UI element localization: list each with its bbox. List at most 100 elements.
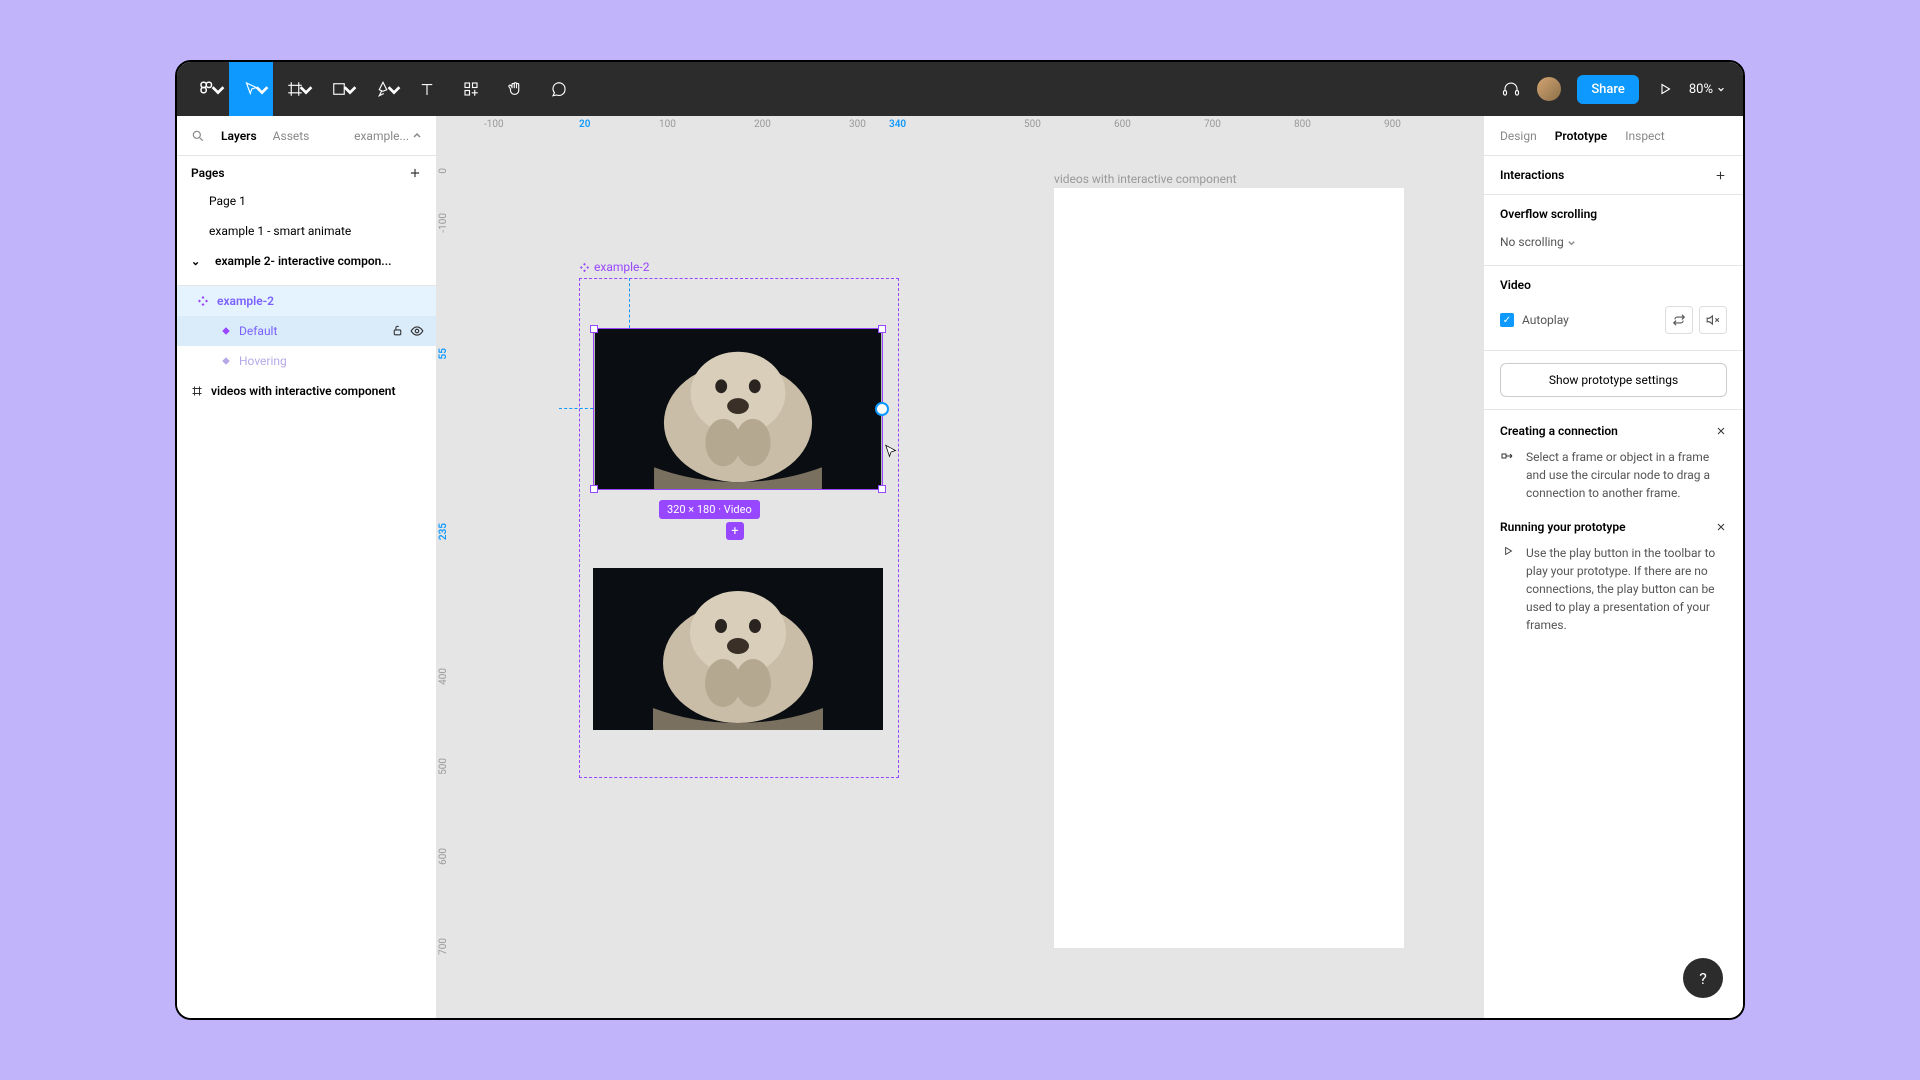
resize-handle[interactable] [878,485,886,493]
autoplay-label: Autoplay [1522,313,1569,327]
layer-label: Default [239,324,277,338]
share-button[interactable]: Share [1577,75,1639,104]
pages-label: Pages [191,166,225,180]
layer-label: Hovering [239,354,287,368]
search-icon[interactable] [191,129,205,143]
section-label: Video [1500,278,1531,292]
comment-icon [550,80,568,98]
video-section: Video ✓ Autoplay [1484,266,1743,351]
chevron-down-icon [385,80,403,98]
tab-prototype[interactable]: Prototype [1555,129,1608,143]
layer-variant-hovering[interactable]: Hovering [177,346,436,376]
frame-label[interactable]: videos with interactive component [1054,172,1237,186]
chevron-down-icon [1717,85,1725,93]
white-frame[interactable] [1054,188,1404,948]
close-icon[interactable] [1715,521,1727,533]
chevron-down-icon [1567,238,1576,247]
component-label[interactable]: example-2 [579,260,649,274]
page-item-selected[interactable]: example 2- interactive compon... [177,246,436,276]
breadcrumb[interactable]: example... [325,129,422,143]
section-label: Interactions [1500,168,1564,182]
zoom-value: 80% [1689,82,1713,97]
chevron-down-icon [253,80,271,98]
variant-icon [221,326,231,336]
zoom-dropdown[interactable]: 80% [1689,82,1725,97]
add-variant-button[interactable]: + [726,522,744,540]
tip-title: Creating a connection [1500,424,1618,438]
video-thumbnail [593,568,883,730]
audio-button[interactable] [1493,62,1529,116]
pen-tool-button[interactable] [361,62,405,116]
tab-inspect[interactable]: Inspect [1625,129,1664,143]
video-layer[interactable] [593,568,883,730]
user-avatar[interactable] [1535,75,1563,103]
tab-design[interactable]: Design [1500,129,1537,143]
layer-frame[interactable]: videos with interactive component [177,376,436,406]
show-prototype-settings-button[interactable]: Show prototype settings [1500,363,1727,397]
tip-text: Select a frame or object in a frame and … [1526,448,1727,502]
hand-tool-button[interactable] [493,62,537,116]
left-panel: Layers Assets example... Pages Page 1 ex… [177,116,437,1018]
page-item[interactable]: Page 1 [177,186,436,216]
help-button[interactable]: ? [1683,958,1723,998]
selected-video-layer[interactable] [593,328,883,490]
comment-tool-button[interactable] [537,62,581,116]
connection-icon [1500,448,1516,464]
chevron-up-icon [412,131,422,141]
layer-variant-default[interactable]: Default [177,316,436,346]
autoplay-checkbox[interactable]: ✓ [1500,313,1514,327]
prototype-settings-section: Show prototype settings [1484,351,1743,410]
page-item[interactable]: example 1 - smart animate [177,216,436,246]
add-interaction-button[interactable] [1714,169,1727,182]
layer-component[interactable]: example-2 [177,286,436,316]
text-tool-button[interactable] [405,62,449,116]
mute-button[interactable] [1699,306,1727,334]
loop-button[interactable] [1665,306,1693,334]
prototype-tips: Creating a connection Select a frame or … [1484,410,1743,666]
component-set-icon [579,262,590,273]
right-panel-tabs: Design Prototype Inspect [1484,116,1743,156]
variant-icon [221,356,231,366]
hand-icon [506,80,524,98]
overflow-section: Overflow scrolling No scrolling [1484,195,1743,266]
canvas-area[interactable]: -10020100200300340500600700800900 0-1005… [437,116,1483,1018]
section-label: Overflow scrolling [1500,207,1597,221]
visible-icon[interactable] [410,324,424,338]
chevron-down-icon [209,80,227,98]
frame-tool-button[interactable] [273,62,317,116]
canvas[interactable]: videos with interactive component exampl… [459,138,1483,1018]
chevron-down-icon [297,80,315,98]
pages-header: Pages [177,156,436,186]
close-icon[interactable] [1715,425,1727,437]
cursor-icon [882,443,900,461]
component-set-icon [197,295,209,307]
move-tool-button[interactable] [229,62,273,116]
guide-line [559,408,593,409]
prototype-connection-node[interactable] [875,402,889,416]
loop-icon [1672,313,1686,327]
add-page-button[interactable] [408,166,422,180]
main-menu-button[interactable] [185,62,229,116]
guide-line [629,278,630,328]
play-icon [1500,544,1516,558]
present-button[interactable] [1647,62,1683,116]
unlock-icon[interactable] [391,324,404,337]
mute-icon [1706,313,1720,327]
play-icon [1656,80,1674,98]
tab-assets[interactable]: Assets [273,129,310,143]
tip-title: Running your prototype [1500,520,1626,534]
layer-label: videos with interactive component [211,384,396,398]
resize-handle[interactable] [590,325,598,333]
layer-label: example-2 [217,294,274,308]
resize-handle[interactable] [878,325,886,333]
chevron-down-icon [341,80,359,98]
resize-handle[interactable] [590,485,598,493]
selection-size-badge: 320 × 180 · Video [659,500,760,519]
shape-tool-button[interactable] [317,62,361,116]
left-panel-tabs: Layers Assets example... [177,116,436,156]
text-icon [418,80,436,98]
right-panel: Design Prototype Inspect Interactions Ov… [1483,116,1743,1018]
overflow-dropdown[interactable]: No scrolling [1500,235,1576,249]
resources-button[interactable] [449,62,493,116]
tab-layers[interactable]: Layers [221,129,257,143]
